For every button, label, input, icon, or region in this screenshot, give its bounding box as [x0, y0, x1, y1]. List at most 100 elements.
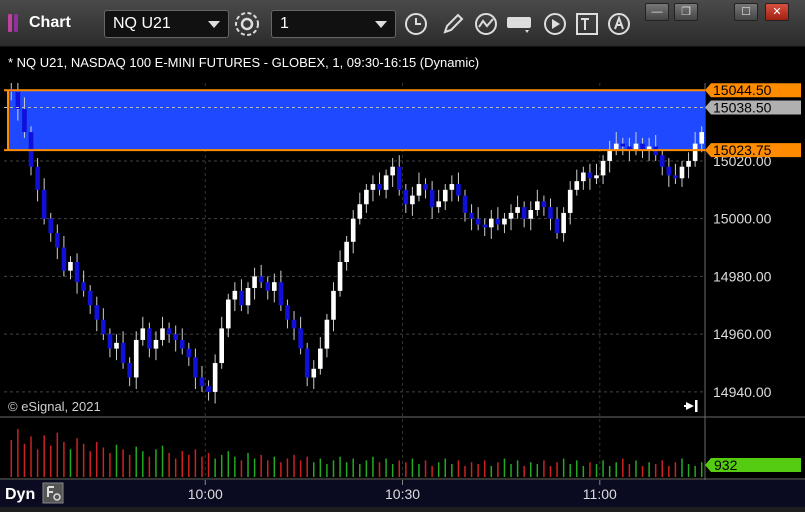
candle-body [48, 218, 54, 234]
candle-body [456, 184, 461, 196]
candle-body [140, 328, 146, 340]
chart-title: * NQ U21, NASDAQ 100 E-MINI FUTURES - GL… [8, 55, 479, 70]
candle-body [160, 328, 165, 340]
candle-body [272, 282, 277, 291]
candle-body [291, 319, 297, 329]
candle-body [482, 224, 488, 228]
interval-input[interactable]: 1 [271, 10, 396, 38]
candle-body [101, 319, 106, 335]
minimize-button[interactable]: — [645, 3, 669, 21]
candle-body [199, 377, 205, 387]
candle-body [35, 166, 40, 190]
candle-body [436, 201, 441, 208]
candle-body [344, 241, 349, 262]
candle-body [225, 299, 231, 329]
candle-body [659, 155, 665, 167]
candle-body [74, 261, 80, 283]
chart-area[interactable]: * NQ U21, NASDAQ 100 E-MINI FUTURES - GL… [0, 47, 805, 507]
candle-body [15, 91, 21, 109]
candle-body [133, 339, 139, 378]
candle-body [239, 290, 244, 306]
scroll-to-end-icon[interactable] [684, 400, 698, 412]
candle-body [410, 195, 415, 205]
candle-body [686, 160, 691, 167]
candle-body [574, 181, 580, 190]
candle-body [364, 189, 369, 205]
candle-body [403, 189, 409, 205]
candle-body [396, 166, 402, 190]
alert-button[interactable] [606, 10, 634, 38]
candle-body [462, 195, 468, 213]
text-icon [576, 13, 598, 35]
gear-icon [235, 12, 259, 36]
candle-body [153, 339, 159, 349]
candle-body [337, 261, 343, 291]
play-button[interactable] [541, 10, 569, 38]
studies-button[interactable] [473, 10, 501, 38]
line-chart-icon [475, 13, 497, 35]
text-tool-button[interactable] [573, 10, 601, 38]
window-title: Chart [29, 14, 71, 31]
time-tick-label: 11:00 [583, 486, 617, 502]
candle-body [587, 172, 593, 179]
candle-body [692, 143, 698, 161]
candle-body [120, 342, 126, 364]
candle-body [620, 143, 626, 147]
time-button[interactable] [402, 10, 430, 38]
candle-body [627, 146, 632, 150]
candle-body [561, 212, 566, 234]
candle-body [285, 305, 290, 320]
price-chart[interactable]: * NQ U21, NASDAQ 100 E-MINI FUTURES - GL… [0, 47, 805, 507]
candle-body [258, 276, 264, 283]
copyright-label: © eSignal, 2021 [8, 399, 101, 414]
candle-body [377, 184, 382, 190]
candle-body [548, 207, 553, 219]
candle-body [469, 212, 474, 219]
candle-body [699, 132, 705, 144]
candle-body [666, 166, 672, 176]
app-logo-icon [8, 14, 24, 32]
candle-body [488, 218, 494, 228]
candle-body [442, 189, 448, 202]
candle-body [318, 348, 323, 369]
candle-body [528, 210, 534, 219]
candle-body [673, 175, 678, 179]
candle-body [219, 328, 225, 364]
draw-tool-button[interactable] [439, 10, 467, 38]
candle-body [68, 261, 73, 271]
symbol-input[interactable]: NQ U21 [104, 10, 229, 38]
maximize-button[interactable]: ☐ [734, 3, 758, 21]
symbol-value: NQ U21 [113, 15, 171, 32]
chevron-down-icon[interactable] [208, 21, 220, 28]
candle-body [449, 184, 455, 190]
price-zone[interactable] [8, 90, 705, 151]
volume-pane[interactable]: 932 [0, 429, 805, 480]
candle-body [521, 207, 527, 219]
candle-body [613, 143, 619, 150]
close-button[interactable]: ✕ [765, 3, 789, 21]
candle-body [212, 363, 218, 392]
candle-body [186, 348, 192, 358]
get-data-button[interactable] [505, 10, 533, 38]
candle-body [429, 189, 435, 208]
candle-body [390, 166, 395, 176]
price-axis-bg [705, 83, 805, 415]
candle-body [304, 348, 310, 378]
price-tick-label: 14940.00 [713, 384, 772, 400]
candle-body [22, 108, 27, 133]
candle-body [245, 287, 251, 306]
candle-body [646, 146, 652, 150]
restore-button[interactable]: ❐ [674, 3, 698, 21]
candle-body [357, 204, 363, 219]
time-axis[interactable]: Dyn 10:00 10:30 11:00 [0, 480, 805, 507]
candle-body [640, 143, 645, 150]
symbol-settings-button[interactable] [233, 10, 261, 38]
candle-body [475, 218, 481, 225]
candle-body [298, 328, 303, 349]
chevron-down-icon[interactable] [375, 21, 387, 28]
candle-body [508, 212, 514, 219]
candle-body [114, 342, 119, 349]
interval-value: 1 [280, 15, 289, 32]
price-marker-label: 15044.50 [713, 82, 772, 98]
candle-body [107, 334, 113, 349]
